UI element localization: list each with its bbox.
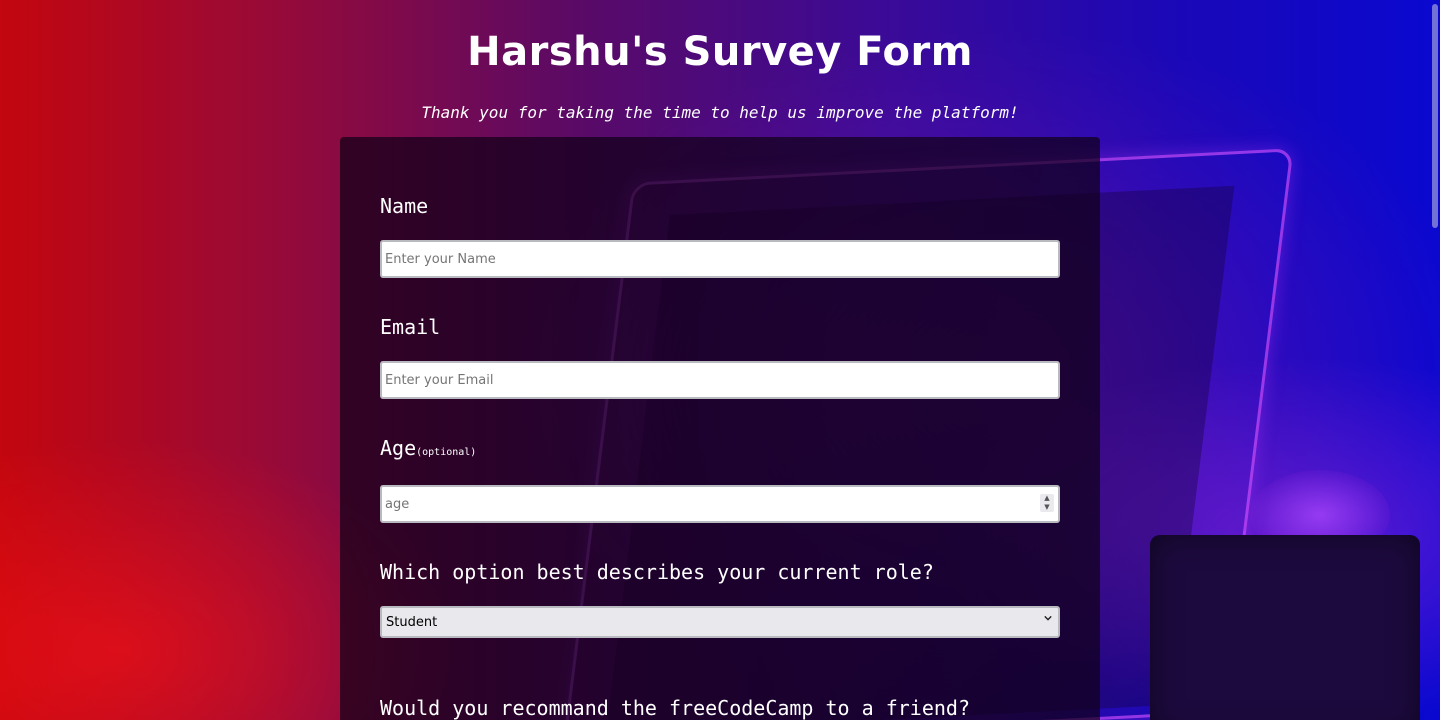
age-input[interactable] <box>380 485 1060 523</box>
age-optional-note: (optional) <box>416 447 477 458</box>
page-title: Harshu's Survey Form <box>467 29 973 75</box>
spinner-arrows-icon[interactable]: ▲ ▼ <box>1040 494 1054 512</box>
background-plant-pot <box>1150 535 1420 720</box>
age-label-text: Age <box>380 436 417 460</box>
role-dropdown-value: Student <box>386 615 438 630</box>
role-question: Which option best describes your current… <box>380 560 934 584</box>
age-label: Age(optional) <box>380 435 476 466</box>
chevron-down-icon <box>1044 615 1052 621</box>
name-input[interactable] <box>380 240 1060 278</box>
age-field: ▲▼ <box>380 485 1060 523</box>
page-header: Harshu's Survey Form Thank you for takin… <box>0 0 1440 124</box>
email-label: Email <box>380 315 441 339</box>
email-input[interactable] <box>380 361 1060 399</box>
name-label: Name <box>380 194 429 218</box>
page-description: Thank you for taking the time to help us… <box>421 103 1019 122</box>
role-dropdown[interactable]: Student <box>380 606 1060 638</box>
page-scrollbar[interactable] <box>1432 4 1438 228</box>
survey-form: Name Email Age(optional) ▲▼ Which option… <box>340 137 1100 720</box>
recommend-question: Would you recommand the freeCodeCamp to … <box>380 696 971 720</box>
